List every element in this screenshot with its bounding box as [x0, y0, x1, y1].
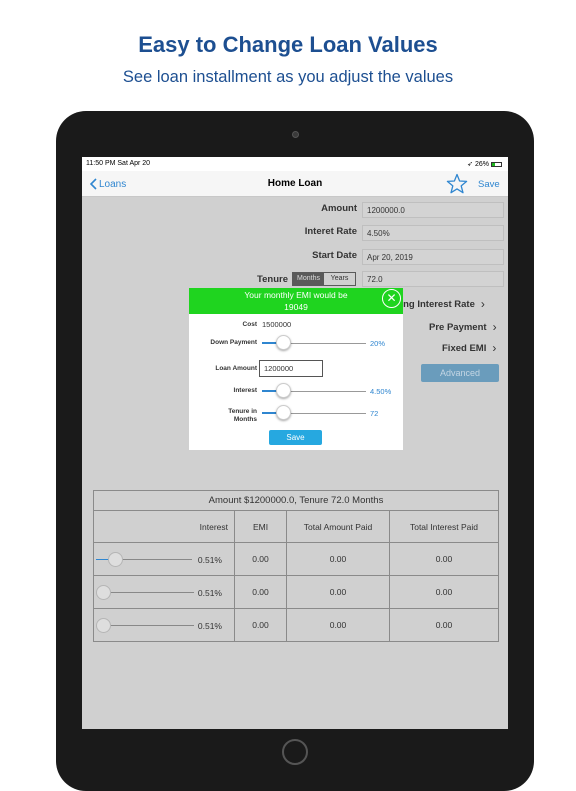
column-header-total: Total Amount Paid: [286, 510, 390, 543]
tenure-unit-toggle[interactable]: Months Years: [292, 272, 356, 286]
table-row: 0.51% 0.00 0.00 0.00: [93, 542, 499, 576]
tenure-field[interactable]: 72.0: [362, 271, 504, 287]
tenure-value: 72: [370, 409, 379, 418]
interest-thumb[interactable]: [276, 383, 291, 398]
prepayment-label: Pre Payment: [429, 321, 487, 333]
tenure-label-line1: Tenure in: [228, 408, 257, 415]
camera-icon: [292, 131, 299, 138]
emi-popup: Your monthly EMI would be 19049 ✕ Cost 1…: [189, 288, 403, 450]
row-slider-thumb[interactable]: [108, 552, 123, 567]
emi-cell: 0.00: [234, 542, 287, 576]
app-screen: 11:50 PM Sat Apr 20 ➶ 26% Loans Home Loa…: [82, 157, 508, 729]
total-cell: 0.00: [286, 608, 390, 642]
amount-label: Amount: [321, 203, 357, 214]
tenure-label: Tenure: [257, 274, 288, 285]
total-interest-cell: 0.00: [389, 542, 499, 576]
tablet-frame: 11:50 PM Sat Apr 20 ➶ 26% Loans Home Loa…: [56, 111, 534, 791]
popup-header-text: Your monthly EMI would be: [244, 290, 348, 300]
total-interest-cell: 0.00: [389, 608, 499, 642]
interest-cell: 0.51%: [93, 542, 235, 576]
fixed-emi-label: Fixed EMI: [442, 342, 487, 354]
home-button[interactable]: [282, 739, 308, 765]
cost-value[interactable]: 1500000: [262, 320, 291, 329]
prepayment-row[interactable]: Pre Payment ›: [429, 320, 497, 334]
advanced-button[interactable]: Advanced: [421, 364, 499, 382]
tenure-months-label: Tenure in Months: [193, 408, 257, 424]
tenure-months-option[interactable]: Months: [293, 273, 324, 285]
battery-icon: [491, 161, 502, 167]
popup-header: Your monthly EMI would be 19049: [189, 288, 403, 314]
status-time: 11:50 PM Sat Apr 20: [86, 160, 151, 167]
column-header-emi: EMI: [234, 510, 287, 543]
rate-field[interactable]: 4.50%: [362, 225, 504, 241]
popup-save-button[interactable]: Save: [269, 430, 322, 445]
nav-title: Home Loan: [267, 178, 323, 189]
nav-bar: Loans Home Loan Save: [82, 171, 508, 197]
fixed-emi-row[interactable]: Fixed EMI ›: [442, 341, 496, 355]
down-payment-thumb[interactable]: [276, 335, 291, 350]
floating-rate-label: ating Interest Rate: [392, 298, 475, 310]
interest-table: Amount $1200000.0, Tenure 72.0 Months In…: [93, 490, 499, 642]
table-caption: Amount $1200000.0, Tenure 72.0 Months: [93, 490, 499, 511]
total-cell: 0.00: [286, 542, 390, 576]
promo-headline: Easy to Change Loan Values: [138, 32, 438, 57]
cost-label: Cost: [242, 321, 257, 328]
status-bar: 11:50 PM Sat Apr 20 ➶ 26%: [82, 157, 508, 171]
rate-label: Interet Rate: [304, 226, 357, 237]
column-header-total-interest: Total Interest Paid: [389, 510, 499, 543]
interest-label: Interest: [233, 387, 257, 394]
chevron-right-icon: ›: [492, 320, 497, 334]
total-interest-cell: 0.00: [389, 575, 499, 609]
interest-cell: 0.51%: [93, 608, 235, 642]
location-icon: ➶: [467, 161, 473, 168]
floating-rate-row[interactable]: ating Interest Rate ›: [392, 297, 485, 311]
table-row: 0.51% 0.00 0.00 0.00: [93, 575, 499, 609]
chevron-right-icon: ›: [480, 297, 485, 311]
row-slider-thumb[interactable]: [96, 585, 111, 600]
tenure-years-option[interactable]: Years: [324, 273, 355, 285]
start-date-label: Start Date: [312, 250, 357, 261]
total-cell: 0.00: [286, 575, 390, 609]
table-row: 0.51% 0.00 0.00 0.00: [93, 608, 499, 642]
popup-emi-value: 19049: [284, 302, 308, 312]
star-icon[interactable]: [446, 173, 468, 195]
row-interest-slider[interactable]: [96, 618, 194, 633]
row-interest-slider[interactable]: [96, 552, 192, 567]
tenure-label-line2: Months: [233, 416, 257, 423]
row-interest-value: 0.51%: [197, 588, 222, 598]
start-date-field[interactable]: Apr 20, 2019: [362, 249, 504, 265]
row-slider-thumb[interactable]: [96, 618, 111, 633]
down-payment-value: 20%: [370, 339, 386, 348]
close-icon[interactable]: ✕: [382, 289, 401, 308]
row-interest-value: 0.51%: [197, 555, 222, 565]
interest-cell: 0.51%: [93, 575, 235, 609]
loan-amount-label: Loan Amount: [215, 365, 257, 372]
amount-field[interactable]: 1200000.0: [362, 202, 504, 218]
emi-cell: 0.00: [234, 608, 287, 642]
row-interest-slider[interactable]: [96, 585, 194, 600]
emi-cell: 0.00: [234, 575, 287, 609]
down-payment-label: Down Payment: [210, 339, 257, 346]
row-interest-value: 0.51%: [197, 621, 222, 631]
save-button[interactable]: Save: [478, 179, 500, 190]
loan-amount-input[interactable]: 1200000: [259, 360, 323, 377]
tenure-thumb[interactable]: [276, 405, 291, 420]
promo-subhead: See loan installment as you adjust the v…: [122, 68, 454, 86]
column-header-interest: Interest: [93, 510, 235, 543]
chevron-right-icon: ›: [492, 341, 497, 355]
interest-value: 4.50%: [370, 387, 392, 396]
battery-percent: 26%: [474, 160, 489, 168]
